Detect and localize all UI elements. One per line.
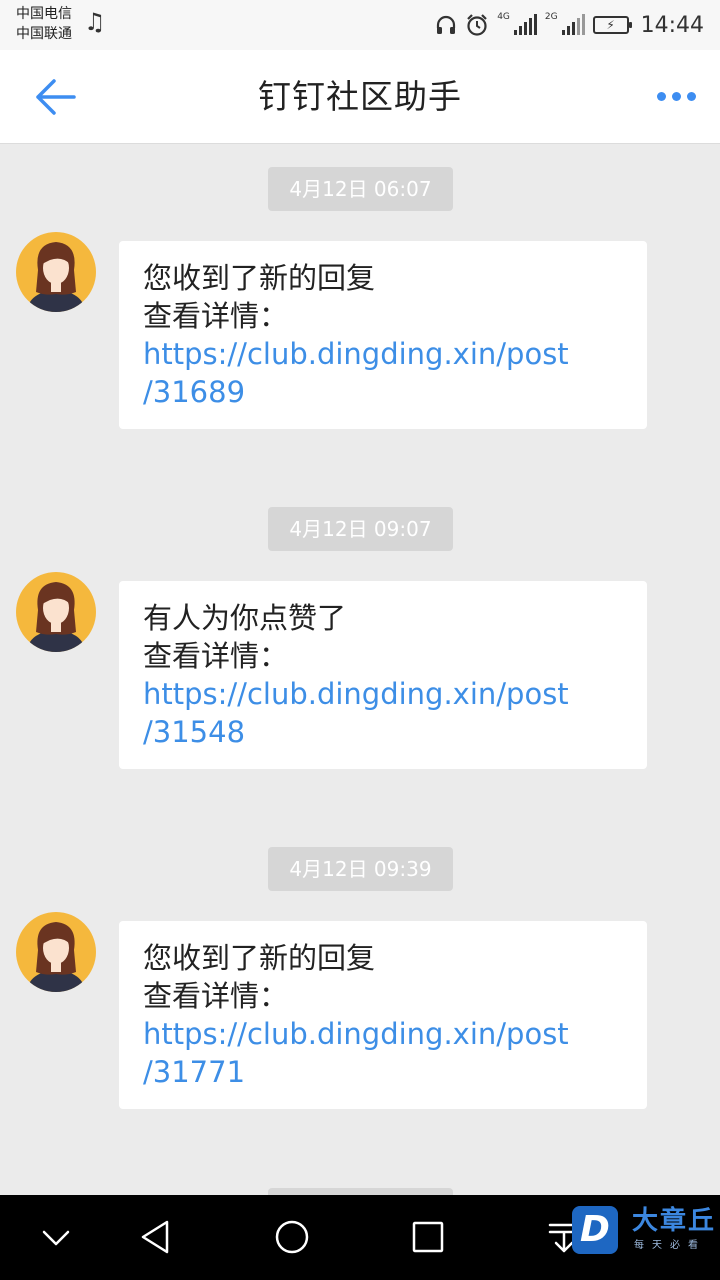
carrier-1: 中国电信: [16, 6, 72, 22]
message-item: 4月12日 09:07 有人为你点赞了 查看详情： https://club.d…: [0, 485, 720, 825]
signal-bars-2-icon: [561, 14, 585, 35]
message-detail-label: 查看详情：: [143, 299, 289, 333]
more-dots-icon[interactable]: [652, 80, 700, 112]
message-text: 您收到了新的回复: [143, 941, 376, 975]
message-detail-label: 查看详情：: [143, 639, 289, 673]
message-timestamp: 4月12日 09:39: [268, 847, 453, 891]
page-title: 钉钉社区助手: [258, 77, 462, 116]
message-timestamp: 4月12日 06:07: [268, 167, 453, 211]
watermark-name: 大章丘: [632, 1206, 717, 1236]
carrier-2: 中国联通: [16, 26, 72, 42]
app-header: 钉钉社区助手: [0, 50, 720, 144]
message-item: 4月12日 06:07 您收到了新的回复 查看详情： https://club.…: [0, 145, 720, 485]
watermark-logo-mark: D: [572, 1206, 618, 1254]
triangle-back-icon[interactable]: [134, 1215, 178, 1259]
message-feed[interactable]: 4月12日 06:07 您收到了新的回复 查看详情： https://club.…: [0, 145, 720, 1195]
carrier-info: 中国电信 中国联通: [16, 4, 72, 44]
message-timestamp: 4月12日 09:07: [268, 507, 453, 551]
battery-charging-icon: ⚡: [592, 16, 632, 34]
network-type-2: 2G: [544, 12, 558, 22]
message-link-continued[interactable]: /31771: [143, 1053, 623, 1091]
message-bubble[interactable]: 您收到了新的回复 查看详情： https://club.dingding.xin…: [119, 921, 647, 1109]
message-bubble[interactable]: 您收到了新的回复 查看详情： https://club.dingding.xin…: [119, 241, 647, 429]
message-bubble[interactable]: 有人为你点赞了 查看详情： https://club.dingding.xin/…: [119, 581, 647, 769]
message-detail-label: 查看详情：: [143, 979, 289, 1013]
avatar-icon[interactable]: [16, 232, 96, 312]
message-link-continued[interactable]: /31689: [143, 373, 623, 411]
watermark-logo: D 大章丘 每天必看: [572, 1204, 720, 1262]
message-text: 有人为你点赞了: [143, 601, 347, 635]
message-item: 4月12日 09:39 您收到了新的回复 查看详情： https://club.…: [0, 825, 720, 1165]
message-link[interactable]: https://club.dingding.xin/post: [143, 335, 623, 373]
avatar-icon[interactable]: [16, 572, 96, 652]
square-recent-icon[interactable]: [406, 1215, 450, 1259]
network-type-1: 4G: [497, 12, 510, 22]
status-bar: 中国电信 中国联通 ♫ 4G 2G ⚡ 14:44: [0, 0, 720, 50]
chevron-down-icon[interactable]: [34, 1215, 78, 1259]
watermark-slogan: 每天必看: [634, 1240, 706, 1251]
headphones-icon: [437, 15, 456, 34]
clock: 14:44: [640, 12, 704, 38]
status-icons: 4G 2G ⚡ 14:44: [435, 8, 704, 42]
message-link-continued[interactable]: /31548: [143, 713, 623, 751]
signal-bars-1-icon: [513, 14, 537, 35]
circle-home-icon[interactable]: [270, 1215, 314, 1259]
avatar-icon[interactable]: [16, 912, 96, 992]
message-text: 您收到了新的回复: [143, 261, 376, 295]
message-link[interactable]: https://club.dingding.xin/post: [143, 1015, 623, 1053]
alarm-icon: [467, 14, 487, 36]
music-note-icon: ♫: [84, 8, 106, 36]
message-link[interactable]: https://club.dingding.xin/post: [143, 675, 623, 713]
